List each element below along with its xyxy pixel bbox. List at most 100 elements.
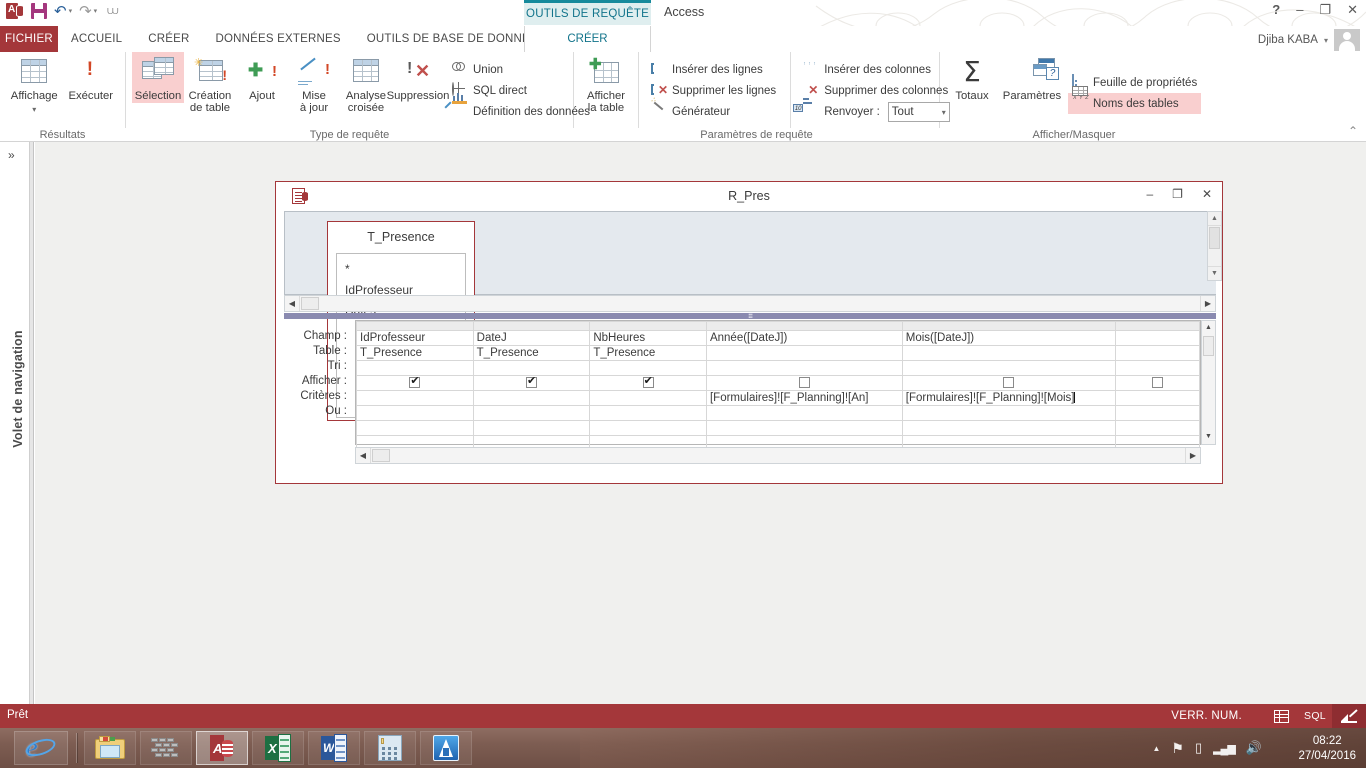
scrollbar-thumb[interactable] xyxy=(1209,227,1220,249)
cell-tri[interactable] xyxy=(1114,360,1201,376)
button-suppression[interactable]: ! ✕ Suppression xyxy=(387,52,450,103)
expand-navigation-pane-icon[interactable]: » xyxy=(8,148,15,162)
cell-ou[interactable] xyxy=(356,405,474,421)
scroll-left-icon[interactable]: ◀ xyxy=(285,296,300,311)
chevron-down-icon[interactable]: ▾ xyxy=(32,104,36,117)
scroll-up-icon[interactable]: ▲ xyxy=(1208,212,1221,226)
tab-donnees-externes[interactable]: DONNÉES EXTERNES xyxy=(203,26,354,52)
clock[interactable]: 08:22 27/04/2016 xyxy=(1298,734,1356,764)
button-supprimer-des-colonnes[interactable]: ✕ Supprimer des colonnes xyxy=(799,81,954,102)
cell-afficher[interactable] xyxy=(705,375,903,391)
query-minimize-button[interactable]: – xyxy=(1146,187,1153,201)
cell-champ[interactable]: IdProfesseur xyxy=(356,330,474,346)
collapse-ribbon-icon[interactable]: ⌃ xyxy=(1348,124,1358,138)
column-selector[interactable] xyxy=(705,321,903,331)
cell-table[interactable]: T_Presence xyxy=(356,345,474,361)
undo-icon[interactable]: ↶ ▾ xyxy=(54,4,72,19)
cell-criteres[interactable] xyxy=(356,390,474,406)
cell-champ[interactable]: Année([DateJ]) xyxy=(705,330,903,346)
cell-criteres[interactable]: [Formulaires]![F_Planning]![An] xyxy=(705,390,903,406)
cell-criteres[interactable] xyxy=(472,390,591,406)
column-selector[interactable] xyxy=(589,321,707,331)
cell-ou[interactable] xyxy=(901,405,1116,421)
tab-fichier[interactable]: FICHIER xyxy=(0,26,58,52)
scroll-down-icon[interactable]: ▼ xyxy=(1208,266,1221,280)
query-restore-button[interactable]: ❐ xyxy=(1172,187,1183,201)
cell-table[interactable]: T_Presence xyxy=(589,345,707,361)
cell-table[interactable] xyxy=(705,345,903,361)
volume-icon[interactable]: 🔊 xyxy=(1246,740,1262,756)
datasheet-view-icon[interactable] xyxy=(1264,704,1298,728)
file-explorer-icon[interactable] xyxy=(84,731,136,765)
cell-empty[interactable] xyxy=(589,420,707,436)
word-taskbar-icon[interactable] xyxy=(308,731,360,765)
scroll-right-icon[interactable]: ▶ xyxy=(1185,448,1200,463)
cell-ou[interactable] xyxy=(705,405,903,421)
navigation-pane-splitter[interactable] xyxy=(30,142,34,704)
button-totaux[interactable]: Σ Totaux xyxy=(946,52,998,103)
button-inserer-des-colonnes[interactable]: ↑ ↑ ↑ Insérer des colonnes xyxy=(799,60,954,81)
cell-table[interactable]: T_Presence xyxy=(472,345,591,361)
cell-empty[interactable] xyxy=(901,420,1116,436)
button-supprimer-les-lignes[interactable]: ✕ Supprimer les lignes xyxy=(647,81,780,102)
cell-criteres[interactable] xyxy=(589,390,707,406)
button-creation-de-table[interactable]: ✳ ! Création de table xyxy=(184,52,236,114)
cell-criteres[interactable] xyxy=(1114,390,1201,406)
cell-afficher[interactable] xyxy=(356,375,474,391)
button-mise-a-jour[interactable]: ! Mise à jour xyxy=(288,52,340,114)
user-account-area[interactable]: Djiba KABA ▾ xyxy=(1258,29,1360,51)
cell-empty[interactable] xyxy=(472,420,591,436)
button-inserer-des-lignes[interactable]: Insérer des lignes xyxy=(647,60,780,81)
afficher-checkbox[interactable] xyxy=(525,377,537,389)
user-caret-icon[interactable]: ▾ xyxy=(1324,36,1328,45)
button-executer[interactable]: ! Exécuter xyxy=(63,52,120,103)
tab-creer[interactable]: CRÉER xyxy=(135,26,202,52)
cell-ou[interactable] xyxy=(472,405,591,421)
close-button[interactable]: ✕ xyxy=(1347,3,1358,16)
redo-icon[interactable]: ↷ ▾ xyxy=(79,4,97,19)
excel-taskbar-icon[interactable] xyxy=(252,731,304,765)
button-definition-des-donnees[interactable]: Définition des données xyxy=(444,93,594,123)
navigation-pane-collapsed[interactable]: » Volet de navigation xyxy=(0,142,30,704)
blue-app-icon[interactable] xyxy=(420,731,472,765)
scrollbar-thumb[interactable] xyxy=(372,449,390,462)
cell-tri[interactable] xyxy=(901,360,1116,376)
button-ajout[interactable]: ✚ ! Ajout xyxy=(236,52,288,103)
afficher-checkbox[interactable] xyxy=(798,377,810,389)
action-center-flag-icon[interactable]: ⚑ xyxy=(1171,740,1184,757)
grid-column-selector-row[interactable] xyxy=(356,321,1201,331)
button-parametres[interactable]: ? Paramètres xyxy=(998,52,1066,103)
diagram-vertical-scrollbar[interactable]: ▲ ▼ xyxy=(1207,211,1222,281)
grid-horizontal-scrollbar[interactable]: ◀ ▶ xyxy=(355,447,1201,464)
grid-vertical-scrollbar[interactable]: ▲ ▼ xyxy=(1201,320,1216,445)
pane-splitter[interactable]: ⁞⁞⁞⁞ xyxy=(284,313,1216,320)
scroll-down-icon[interactable]: ▼ xyxy=(1202,430,1215,444)
show-hidden-icons-icon[interactable]: ▲ xyxy=(1152,744,1160,753)
column-selector[interactable] xyxy=(472,321,591,331)
query-window-titlebar[interactable]: R_Pres – ❐ ✕ xyxy=(276,182,1222,211)
save-icon[interactable] xyxy=(31,3,47,19)
restore-button[interactable]: ❐ xyxy=(1319,3,1331,16)
afficher-checkbox[interactable] xyxy=(642,377,654,389)
scroll-left-icon[interactable]: ◀ xyxy=(356,448,371,463)
column-selector[interactable] xyxy=(901,321,1116,331)
sql-view-label[interactable]: SQL xyxy=(1298,704,1332,728)
firewall-bricks-icon[interactable] xyxy=(140,731,192,765)
scroll-up-icon[interactable]: ▲ xyxy=(1202,321,1215,335)
design-view-icon[interactable] xyxy=(1332,704,1366,728)
tab-creer-contextual[interactable]: CRÉER xyxy=(524,26,651,52)
afficher-checkbox[interactable] xyxy=(1151,377,1163,389)
button-selection[interactable]: Sélection xyxy=(132,52,184,103)
button-sql-direct[interactable]: SQL direct xyxy=(448,81,594,102)
access-logo-icon[interactable] xyxy=(6,2,24,20)
cell-ou[interactable] xyxy=(1114,405,1201,421)
query-close-button[interactable]: ✕ xyxy=(1202,187,1212,201)
cell-empty[interactable] xyxy=(705,420,903,436)
cell-tri[interactable] xyxy=(356,360,474,376)
cell-champ[interactable] xyxy=(1114,330,1201,346)
cell-afficher[interactable] xyxy=(1114,375,1201,391)
customize-qat-icon[interactable]: ⩊ xyxy=(107,5,118,18)
cell-empty[interactable] xyxy=(356,420,474,436)
removable-media-icon[interactable]: ▯ xyxy=(1195,740,1202,756)
calculator-icon[interactable] xyxy=(364,731,416,765)
